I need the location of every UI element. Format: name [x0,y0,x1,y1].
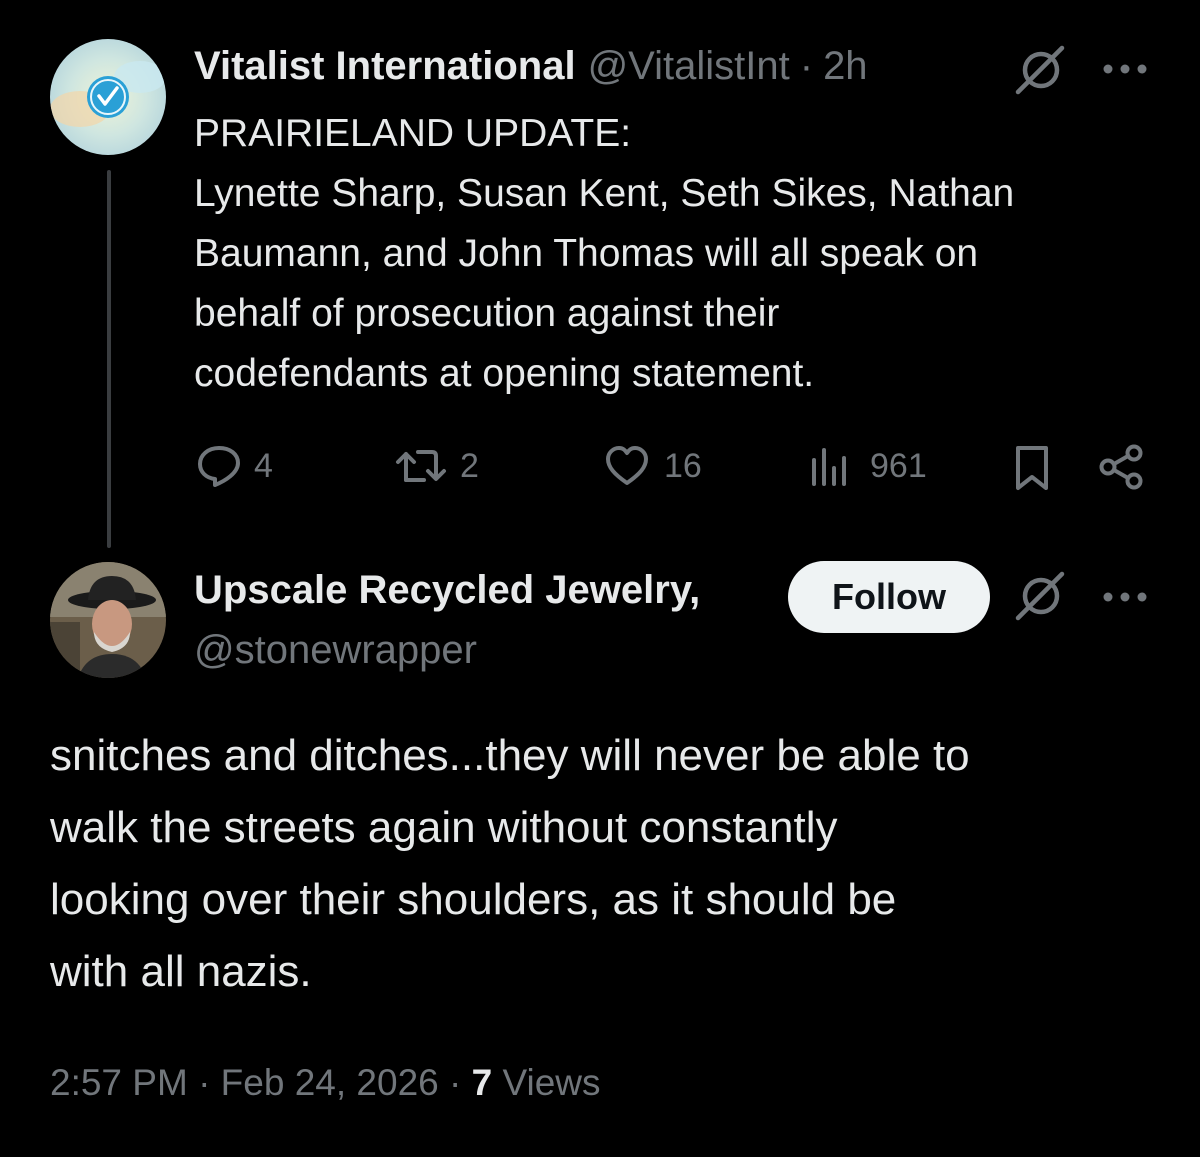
reply-line: snitches and ditches...they will never b… [50,731,970,780]
repost-icon [394,444,450,488]
post-header: Vitalist International @VitalistInt · 2h [194,44,868,89]
views-button[interactable]: 961 [808,444,927,488]
heart-icon [604,444,650,488]
stonewrapper-avatar[interactable] [50,562,166,678]
post-line: behalf of prosecution against their [194,292,780,335]
post-line: Lynette Sharp, Susan Kent, Seth Sikes, N… [194,172,1015,215]
post-line: PRAIRIELAND UPDATE: [194,112,632,155]
reply-line: looking over their shoulders, as it shou… [50,875,897,924]
display-name[interactable]: Vitalist International [194,44,576,89]
timestamp[interactable]: 2:57 PM · Feb 24, 2026 · [50,1062,461,1103]
grok-icon[interactable] [1014,44,1066,101]
post-meta: 2:57 PM · Feb 24, 2026 · 7 Views [50,1062,601,1104]
vitalist-avatar[interactable] [50,39,166,155]
reply-line: walk the streets again without constantl… [50,803,838,852]
post-line: Baumann, and John Thomas will all speak … [194,232,979,275]
reply-user-handle[interactable]: @stonewrapper [194,628,477,673]
post-line: codefendants at opening statement. [194,352,815,395]
reply-line: with all nazis. [50,947,312,996]
post-text: PRAIRIELAND UPDATE: Lynette Sharp, Susan… [194,104,1184,404]
share-icon[interactable] [1098,444,1146,495]
views-count: 961 [870,446,927,485]
views-label: Views [502,1062,601,1103]
user-handle[interactable]: @VitalistInt [588,44,790,89]
bookmark-icon[interactable] [1012,444,1052,497]
repost-count: 2 [460,446,479,485]
like-count: 16 [664,446,702,485]
more-icon[interactable] [1102,590,1148,609]
reply-button[interactable]: 4 [196,444,273,488]
separator: · [799,44,814,88]
grok-icon[interactable] [1014,570,1066,627]
thread-connector-line [107,170,111,548]
more-icon[interactable] [1102,62,1148,81]
views-icon [808,444,852,488]
time-ago[interactable]: 2h [823,44,868,89]
reply-count: 4 [254,446,273,485]
like-button[interactable]: 16 [604,444,702,488]
reply-icon [196,444,242,488]
views-number: 7 [471,1062,493,1103]
reply-text: snitches and ditches...they will never b… [50,720,1180,1008]
repost-button[interactable]: 2 [394,444,479,488]
follow-button[interactable]: Follow [788,561,990,633]
reply-display-name[interactable]: Upscale Recycled Jewelry, [194,568,700,613]
